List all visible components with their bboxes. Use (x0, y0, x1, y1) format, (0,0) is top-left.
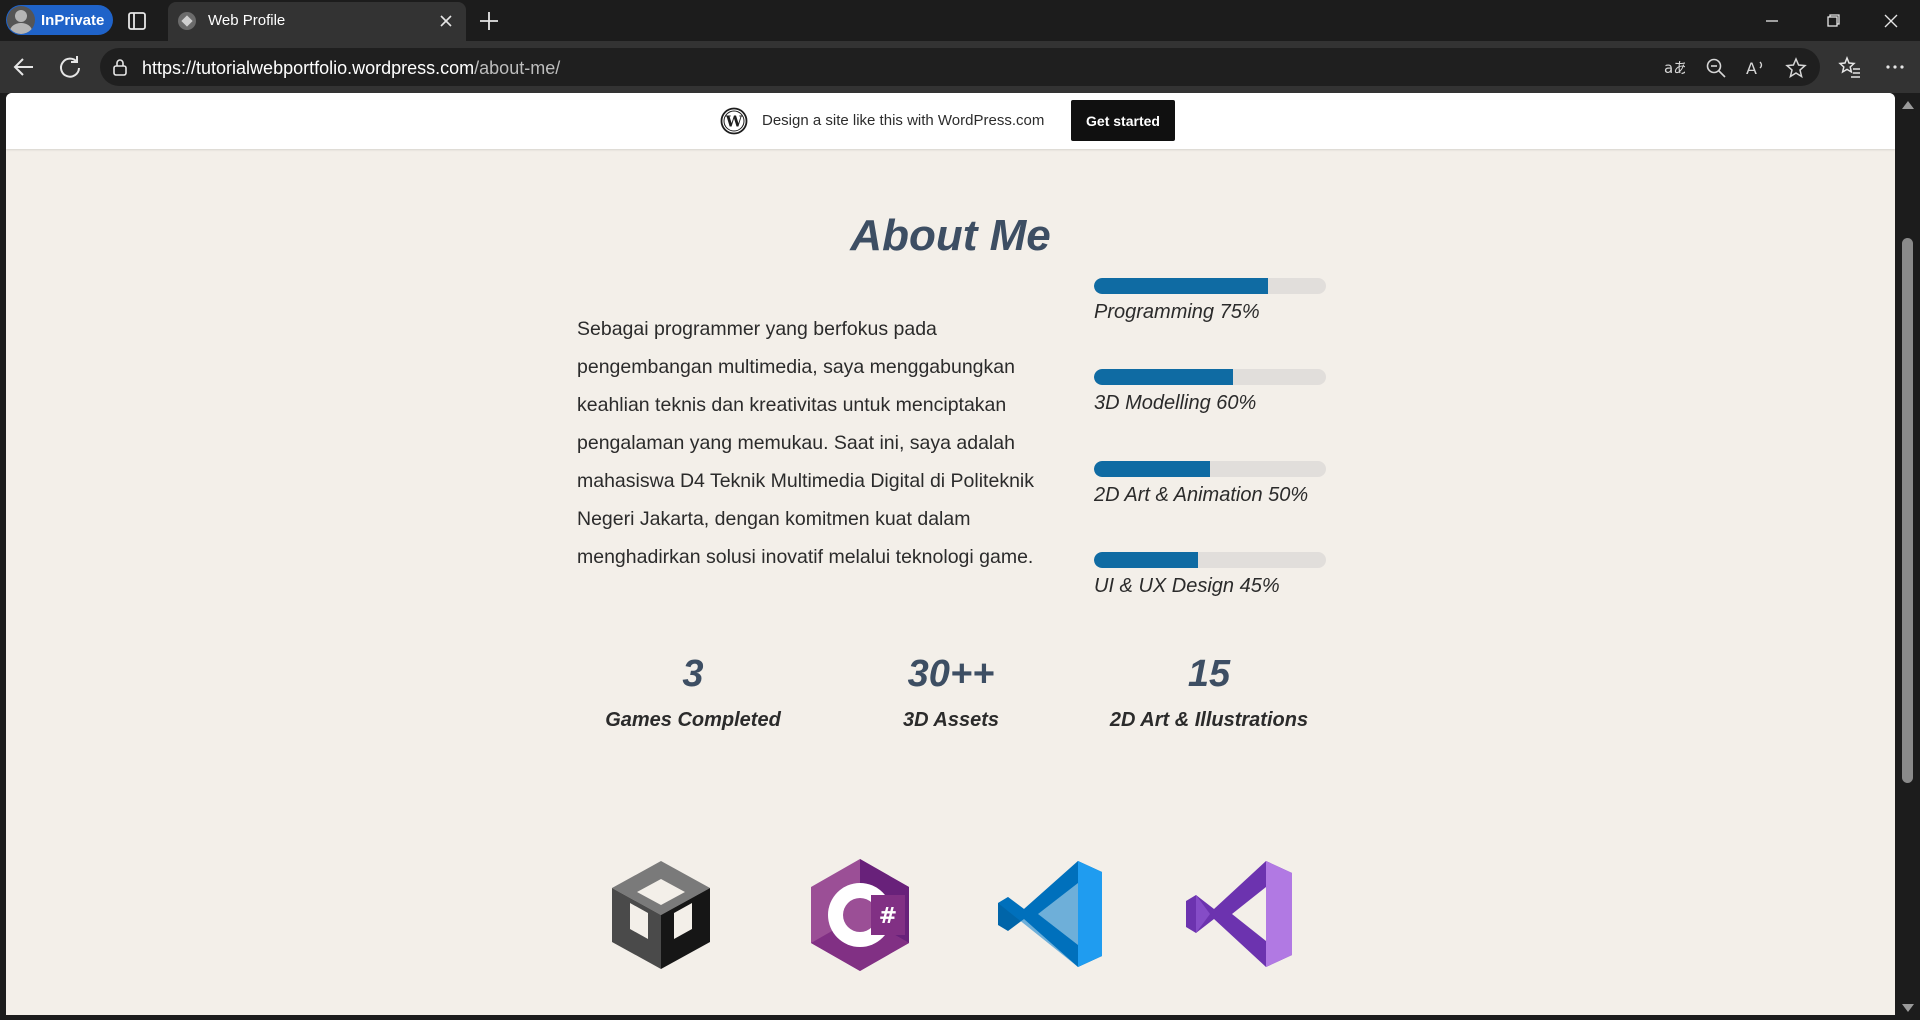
svg-text:W: W (725, 113, 744, 131)
skill-bar-track (1094, 278, 1326, 294)
skill-ui-ux: UI & UX Design 45% (1094, 552, 1326, 622)
tab-actions-icon[interactable] (124, 8, 150, 34)
tab-web-profile[interactable]: Web Profile (168, 2, 466, 41)
svg-text:aあ: aあ (1664, 59, 1685, 77)
inprivate-profile-button[interactable]: InPrivate (6, 5, 113, 35)
refresh-icon[interactable] (56, 53, 84, 81)
visual-studio-icon (1186, 861, 1292, 967)
stat-caption: Games Completed (605, 709, 781, 731)
scroll-down-arrow-icon[interactable] (1902, 1004, 1914, 1012)
skill-label: 3D Modelling 60% (1094, 392, 1257, 414)
url-host: https://tutorialwebportfolio.wordpress.c… (142, 58, 475, 78)
skill-bar-track (1094, 552, 1326, 568)
url-path: /about-me/ (474, 58, 561, 78)
more-menu-icon[interactable] (1883, 55, 1907, 79)
skill-bar-track (1094, 369, 1326, 385)
stat-caption: 3D Assets (903, 709, 999, 731)
stat-value: 15 (1187, 653, 1231, 695)
minimize-icon[interactable] (1752, 6, 1792, 36)
stat-2d-art: 15 2D Art & Illustrations (1089, 653, 1329, 732)
banner-message: Design a site like this with WordPress.c… (762, 112, 1045, 129)
stat-3d-assets: 30++ 3D Assets (831, 653, 1071, 732)
wordpress-logo-icon: W (720, 107, 748, 135)
back-icon[interactable] (10, 53, 38, 81)
svg-text:#: # (879, 904, 897, 929)
close-window-icon[interactable] (1871, 6, 1911, 36)
address-bar-row: https://tutorialwebportfolio.wordpress.c… (0, 41, 1920, 93)
stat-value: 3 (682, 653, 704, 695)
skill-label: Programming 75% (1094, 301, 1260, 323)
site-favicon-icon (178, 12, 196, 30)
skill-bar-fill (1094, 369, 1234, 385)
skill-2d-art: 2D Art & Animation 50% (1094, 461, 1326, 531)
unity-icon (612, 861, 710, 969)
skill-bar-fill (1094, 461, 1210, 477)
restore-icon[interactable] (1813, 6, 1853, 36)
stat-games: 3 Games Completed (573, 653, 813, 732)
get-started-button[interactable]: Get started (1071, 100, 1175, 141)
skill-label: 2D Art & Animation 50% (1094, 484, 1309, 506)
avatar (7, 6, 35, 34)
skill-bar-track (1094, 461, 1326, 477)
csharp-icon: # (811, 859, 909, 971)
skill-bar-fill (1094, 552, 1199, 568)
svg-text:A: A (1746, 59, 1757, 78)
stat-value: 30++ (907, 653, 995, 695)
page-viewport: W Design a site like this with WordPress… (6, 93, 1895, 1015)
skill-bar-fill (1094, 278, 1268, 294)
scroll-up-arrow-icon[interactable] (1902, 101, 1914, 109)
favorites-icon[interactable] (1838, 55, 1862, 79)
page-scrollbar[interactable] (1895, 93, 1920, 1020)
stat-caption: 2D Art & Illustrations (1109, 709, 1309, 731)
about-paragraph: Sebagai programmer yang berfokus pada pe… (577, 318, 1034, 568)
skill-programming: Programming 75% (1094, 278, 1326, 348)
skill-label: UI & UX Design 45% (1094, 575, 1280, 597)
skill-3d-modelling: 3D Modelling 60% (1094, 369, 1326, 439)
new-tab-icon[interactable] (476, 8, 502, 34)
lock-icon[interactable] (110, 57, 130, 77)
vscode-icon (998, 861, 1102, 967)
tab-bar: InPrivate Web Profile (0, 0, 1920, 41)
inprivate-label: InPrivate (41, 11, 105, 29)
url-text[interactable]: https://tutorialwebportfolio.wordpress.c… (142, 58, 560, 79)
tab-title: Web Profile (208, 12, 286, 29)
read-aloud-icon[interactable]: A (1745, 57, 1767, 79)
zoom-out-icon[interactable] (1705, 57, 1727, 79)
close-tab-icon[interactable] (436, 11, 456, 31)
page-title: About Me (850, 211, 1051, 260)
scrollbar-thumb[interactable] (1902, 238, 1913, 783)
wordpress-banner: W Design a site like this with WordPress… (6, 93, 1895, 149)
translate-icon[interactable]: aあ (1663, 57, 1685, 79)
favorite-star-icon[interactable] (1785, 57, 1807, 79)
address-field[interactable]: https://tutorialwebportfolio.wordpress.c… (100, 48, 1820, 86)
